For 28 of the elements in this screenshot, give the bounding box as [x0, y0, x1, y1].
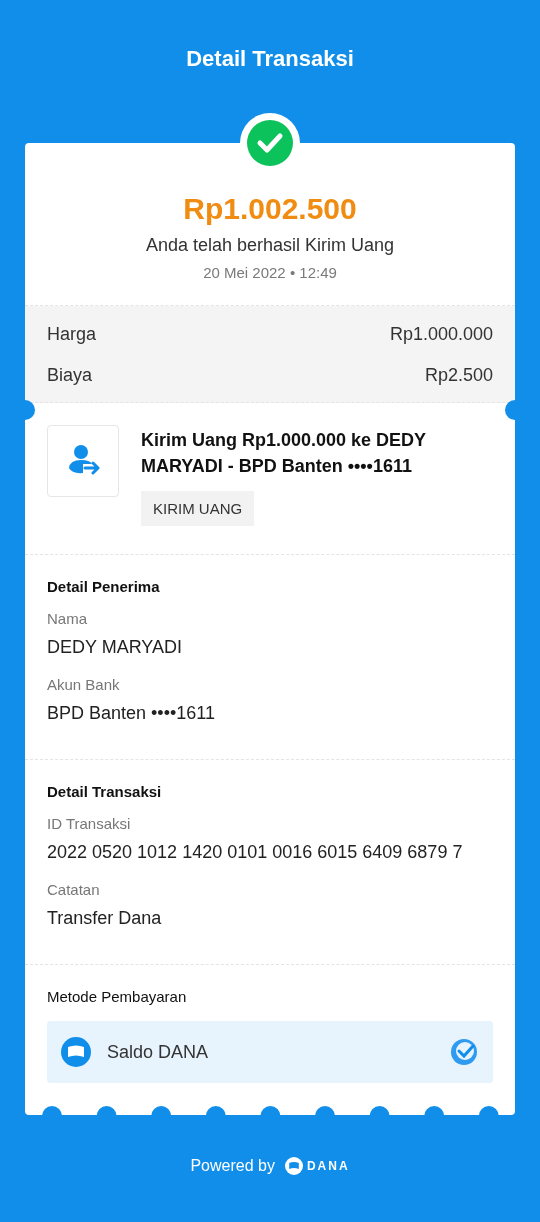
field-label: Catatan	[47, 880, 101, 900]
transaction-title: Kirim Uang Rp1.000.000 ke DEDY MARYADI - BPD Banten ••••1611	[141, 429, 427, 478]
field-value: BPD Banten ••••1611	[47, 702, 216, 725]
breakdown-label: Biaya	[47, 364, 93, 387]
section-heading: Metode Pembayaran	[47, 987, 188, 1007]
payment-method[interactable]: Saldo DANA	[47, 1021, 493, 1083]
brand-name: DANA	[306, 1159, 350, 1173]
section-heading: Detail Penerima	[47, 577, 161, 597]
transaction-datetime: 20 Mei 2022 • 12:49	[203, 263, 337, 283]
breakdown-value: Rp2.500	[424, 364, 493, 387]
breakdown-value: Rp1.000.000	[389, 323, 493, 346]
field-label: ID Transaksi	[47, 814, 132, 834]
field-value: DEDY MARYADI	[47, 636, 184, 659]
field-value: 2022 0520 1012 1420 0101 0016 6015 6409 6879 7	[47, 841, 464, 864]
category-tag: KIRIM UANG	[141, 491, 255, 526]
total-amount: Rp1.002.500	[183, 191, 357, 227]
powered-by-text: Powered by	[190, 1157, 275, 1175]
brand-logo-icon	[284, 1157, 303, 1175]
page-title: Detail Transaksi	[186, 46, 354, 73]
field-label: Akun Bank	[47, 675, 121, 695]
payment-method-name: Saldo DANA	[107, 1041, 210, 1063]
success-message: Anda telah berhasil Kirim Uang	[145, 234, 395, 257]
field-label: Nama	[47, 609, 88, 629]
section-heading: Detail Transaksi	[47, 782, 163, 802]
breakdown-label: Harga	[47, 323, 97, 346]
wallet-icon	[61, 1037, 91, 1067]
field-value: Transfer Dana	[47, 907, 163, 930]
check-badge-icon	[450, 1038, 478, 1066]
